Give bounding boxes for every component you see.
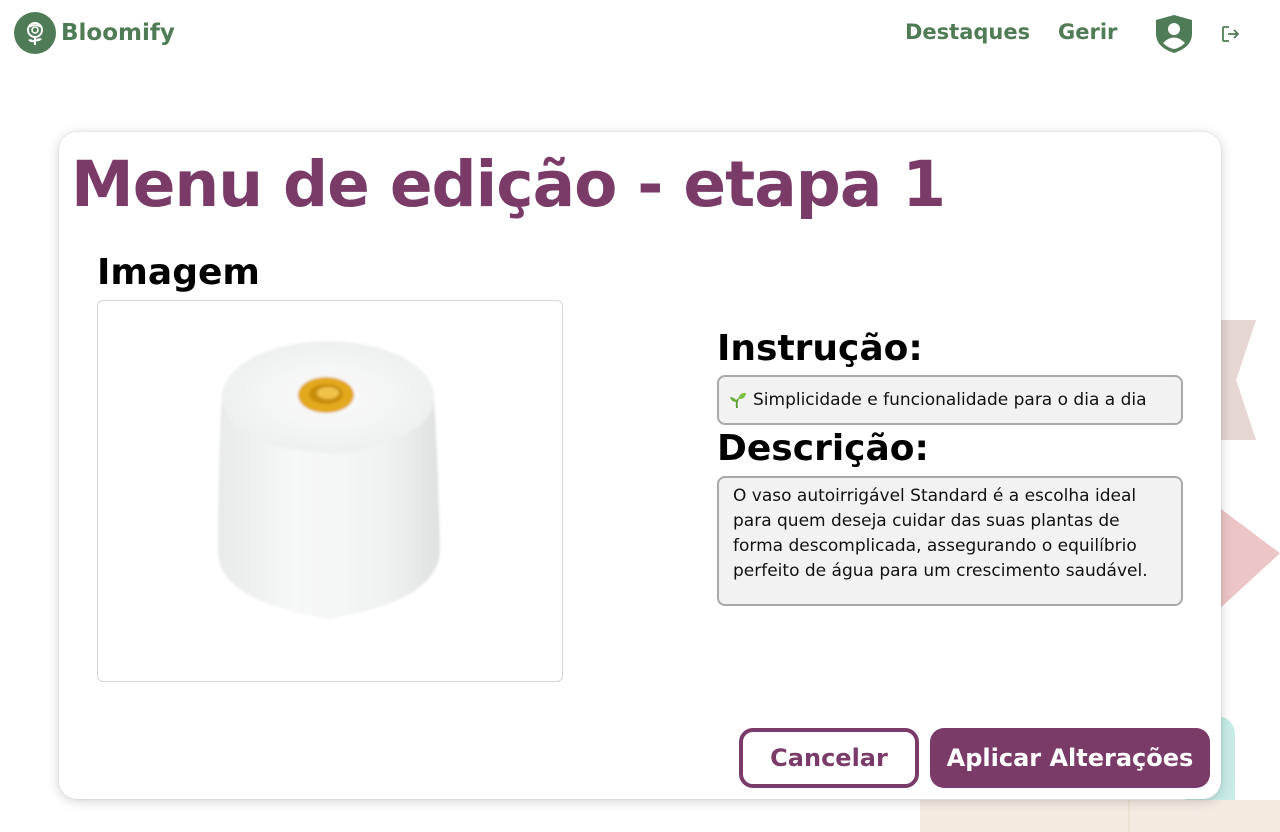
page-title: Menu de edição - etapa 1: [71, 148, 946, 221]
nav-gerir-link[interactable]: Gerir: [1058, 20, 1117, 44]
image-label: Imagem: [97, 252, 260, 293]
logout-icon[interactable]: [1220, 24, 1242, 44]
decorative-beige-shape: [920, 800, 1280, 832]
instrucao-label: Instrução:: [717, 328, 923, 369]
seedling-icon: [729, 391, 747, 409]
top-header: Bloomify Destaques Gerir: [0, 0, 1280, 70]
descricao-label: Descrição:: [717, 428, 929, 469]
decorative-beige-divider: [1128, 800, 1130, 832]
brand-name: Bloomify: [61, 20, 175, 46]
instrucao-input[interactable]: Simplicidade e funcionalidade para o dia…: [717, 375, 1183, 425]
flower-logo-icon: [14, 12, 56, 54]
product-image-upload[interactable]: [97, 300, 563, 682]
edit-card: Menu de edição - etapa 1 Imagem Instruçã…: [59, 132, 1221, 799]
instrucao-value: Simplicidade e funcionalidade para o dia…: [753, 390, 1147, 410]
descricao-textarea[interactable]: O vaso autoirrigável Standard é a escolh…: [717, 476, 1183, 606]
user-shield-icon[interactable]: [1154, 14, 1194, 54]
brand-link[interactable]: Bloomify: [14, 12, 175, 54]
yarn-spool-image: [218, 341, 440, 619]
nav-destaques-link[interactable]: Destaques: [905, 20, 1030, 44]
apply-changes-button[interactable]: Aplicar Alterações: [930, 728, 1210, 788]
cancel-button[interactable]: Cancelar: [739, 728, 919, 788]
